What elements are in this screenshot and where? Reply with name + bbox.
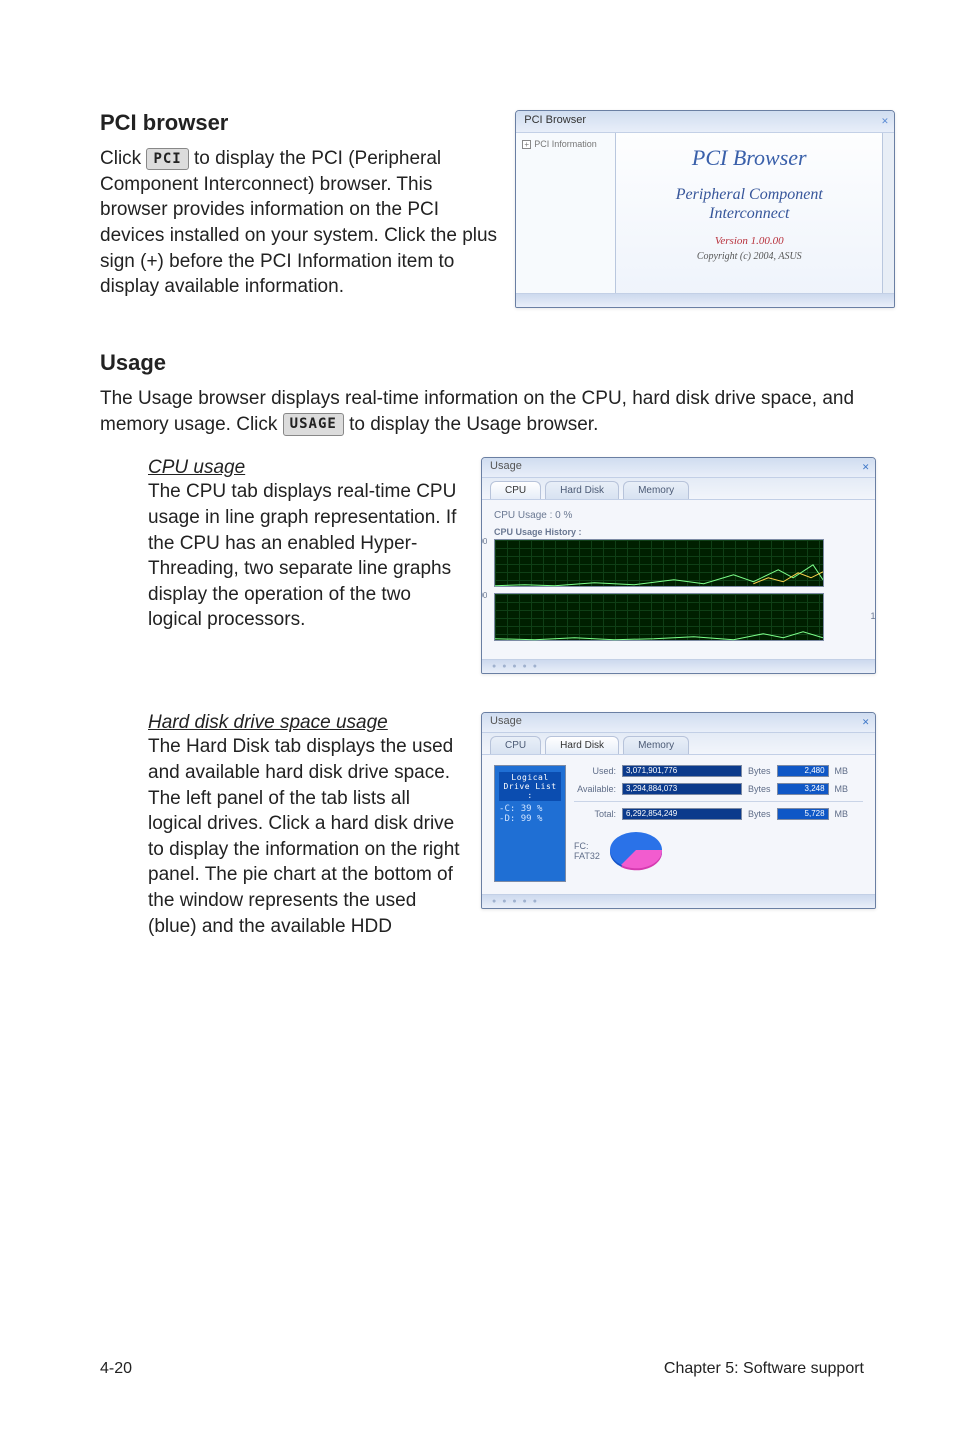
hdd-avail-mb: 3,248 <box>805 784 825 793</box>
hdd-pie-row: FC: FAT32 <box>574 826 863 876</box>
usage-paragraph: The Usage browser displays real-time inf… <box>100 386 864 437</box>
hdd-list-header: Logical Drive List : <box>499 772 561 801</box>
cpu-graph-1-wrap: 100 0 3 % <box>494 539 863 587</box>
pci-heading: PCI browser <box>100 110 497 136</box>
footer-dots-icon: ● ● ● ● ● <box>492 663 539 670</box>
pci-panel-sub2: Interconnect <box>709 205 789 222</box>
pci-para-pre: Click <box>100 148 146 169</box>
cpu-history-label: CPU Usage History : <box>494 527 863 537</box>
hdd-used-mb-unit: MB <box>835 766 859 776</box>
hdd-total-label: Total: <box>574 809 616 819</box>
pci-panel-title: PCI Browser <box>622 145 876 171</box>
hdd-row-total: Total: 6,292,854,249 Bytes 5,728 MB <box>574 808 863 820</box>
hdd-total-mb: 5,728 <box>805 809 825 818</box>
page-number: 4-20 <box>100 1360 132 1378</box>
hdd-total-bar: 6,292,854,249 <box>622 808 742 820</box>
tab-hard-disk[interactable]: Hard Disk <box>545 481 619 499</box>
pci-window-titlebar: PCI Browser ✕ <box>516 111 894 133</box>
close-icon[interactable]: ✕ <box>862 460 869 473</box>
usage-hdd-title-text: Usage <box>490 715 522 727</box>
cpu-graph-2 <box>494 593 824 641</box>
pci-button-icon: PCI <box>146 148 188 171</box>
footer-dots-icon: ● ● ● ● ● <box>492 898 539 905</box>
usage-hdd-window: Usage ✕ CPU Hard Disk Memory Logical Dri… <box>481 712 876 909</box>
hdd-total-bytes: 6,292,854,249 <box>626 809 677 818</box>
hdd-avail-bytes-unit: Bytes <box>748 784 771 794</box>
pci-tree-root-row[interactable]: + PCI Information <box>522 139 609 149</box>
hdd-used-label: Used: <box>574 766 616 776</box>
pci-tree-root-label: PCI Information <box>534 139 597 149</box>
pci-panel-sub1: Peripheral Component <box>676 186 823 203</box>
hdd-total-mb-bar: 5,728 <box>777 808 829 820</box>
pci-right-panel: PCI Browser Peripheral Component Interco… <box>616 133 882 293</box>
tab-hard-disk[interactable]: Hard Disk <box>545 736 619 754</box>
tab-memory[interactable]: Memory <box>623 736 689 754</box>
usage-cpu-titlebar: Usage ✕ <box>482 458 875 478</box>
hdd-row-available: Available: 3,294,884,073 Bytes 3,248 MB <box>574 783 863 795</box>
hdd-row-used: Used: 3,071,901,776 Bytes 2,480 MB <box>574 765 863 777</box>
hdd-avail-label: Available: <box>574 784 616 794</box>
cpu-usage-paragraph: The CPU tab displays real-time CPU usage… <box>148 479 463 633</box>
cpu-line-1b <box>495 540 823 588</box>
cpu-graph2-scale-top: 100 <box>481 591 487 600</box>
hdd-avail-mb-bar: 3,248 <box>777 783 829 795</box>
hdd-used-bytes-unit: Bytes <box>748 766 771 776</box>
pci-window-footer <box>516 293 894 307</box>
cpu-usage-subheading: CPU usage <box>148 457 463 479</box>
usage-cpu-footer: ● ● ● ● ● <box>482 659 875 673</box>
hdd-avail-bytes: 3,294,884,073 <box>626 784 677 793</box>
hdd-list-item-c[interactable]: -C: 39 % <box>499 804 561 814</box>
hdd-total-bytes-unit: Bytes <box>748 809 771 819</box>
hdd-pie-chart <box>606 826 666 876</box>
hdd-used-bar: 3,071,901,776 <box>622 765 742 777</box>
pci-copyright-text: Copyright (c) 2004, ASUS <box>622 251 876 262</box>
pci-version-text: Version 1.00.00 <box>622 235 876 247</box>
hdd-usage-subheading: Hard disk drive space usage <box>148 712 463 734</box>
hdd-usage-paragraph: The Hard Disk tab displays the used and … <box>148 734 463 939</box>
usage-heading: Usage <box>100 350 864 376</box>
hdd-list-item-d[interactable]: -D: 99 % <box>499 814 561 824</box>
hdd-used-mb-bar: 2,480 <box>777 765 829 777</box>
tab-memory[interactable]: Memory <box>623 481 689 499</box>
hdd-used-bytes: 3,071,901,776 <box>626 766 677 775</box>
usage-hdd-tabs: CPU Hard Disk Memory <box>482 733 875 755</box>
hdd-avail-mb-unit: MB <box>835 784 859 794</box>
pci-panel-subtitle: Peripheral Component Interconnect <box>622 185 876 223</box>
hdd-pie-legend1: FC: <box>574 841 600 851</box>
page-footer: 4-20 Chapter 5: Software support <box>100 1360 864 1378</box>
usage-cpu-tabs: CPU Hard Disk Memory <box>482 478 875 500</box>
pci-window-title-text: PCI Browser <box>524 114 586 126</box>
cpu-graph1-scale-top: 100 <box>481 537 487 546</box>
scrollbar[interactable] <box>882 133 894 293</box>
usage-hdd-footer: ● ● ● ● ● <box>482 894 875 908</box>
cpu-graph2-pct: 10 % <box>871 611 877 621</box>
plus-icon[interactable]: + <box>522 140 531 149</box>
hdd-used-mb: 2,480 <box>805 766 825 775</box>
cpu-graph-1 <box>494 539 824 587</box>
pci-tree-panel: + PCI Information <box>516 133 616 293</box>
usage-button-icon: USAGE <box>283 413 344 436</box>
hdd-total-mb-unit: MB <box>835 809 859 819</box>
pci-para-post: to display the PCI (Peripheral Component… <box>100 148 497 297</box>
pci-browser-window: PCI Browser ✕ + PCI Information PCI Brow… <box>515 110 895 308</box>
cpu-graph1-pct: 3 % <box>876 557 877 567</box>
usage-para-post: to display the Usage browser. <box>349 414 598 435</box>
close-icon[interactable]: ✕ <box>862 715 869 728</box>
usage-cpu-title-text: Usage <box>490 460 522 472</box>
chapter-label: Chapter 5: Software support <box>664 1360 864 1378</box>
cpu-line-2 <box>495 594 823 642</box>
hdd-avail-bar: 3,294,884,073 <box>622 783 742 795</box>
hdd-drive-list: Logical Drive List : -C: 39 % -D: 99 % <box>494 765 566 882</box>
close-icon[interactable]: ✕ <box>882 114 889 127</box>
cpu-graph-2-wrap: 100 0 10 % <box>494 593 863 641</box>
pci-paragraph: Click PCI to display the PCI (Peripheral… <box>100 146 497 300</box>
tab-cpu[interactable]: CPU <box>490 736 541 754</box>
usage-hdd-titlebar: Usage ✕ <box>482 713 875 733</box>
tab-cpu[interactable]: CPU <box>490 481 541 499</box>
cpu-usage-line-label: CPU Usage : 0 % <box>494 510 863 521</box>
hdd-pie-legend2: FAT32 <box>574 851 600 861</box>
usage-cpu-window: Usage ✕ CPU Hard Disk Memory CPU Usage :… <box>481 457 876 674</box>
